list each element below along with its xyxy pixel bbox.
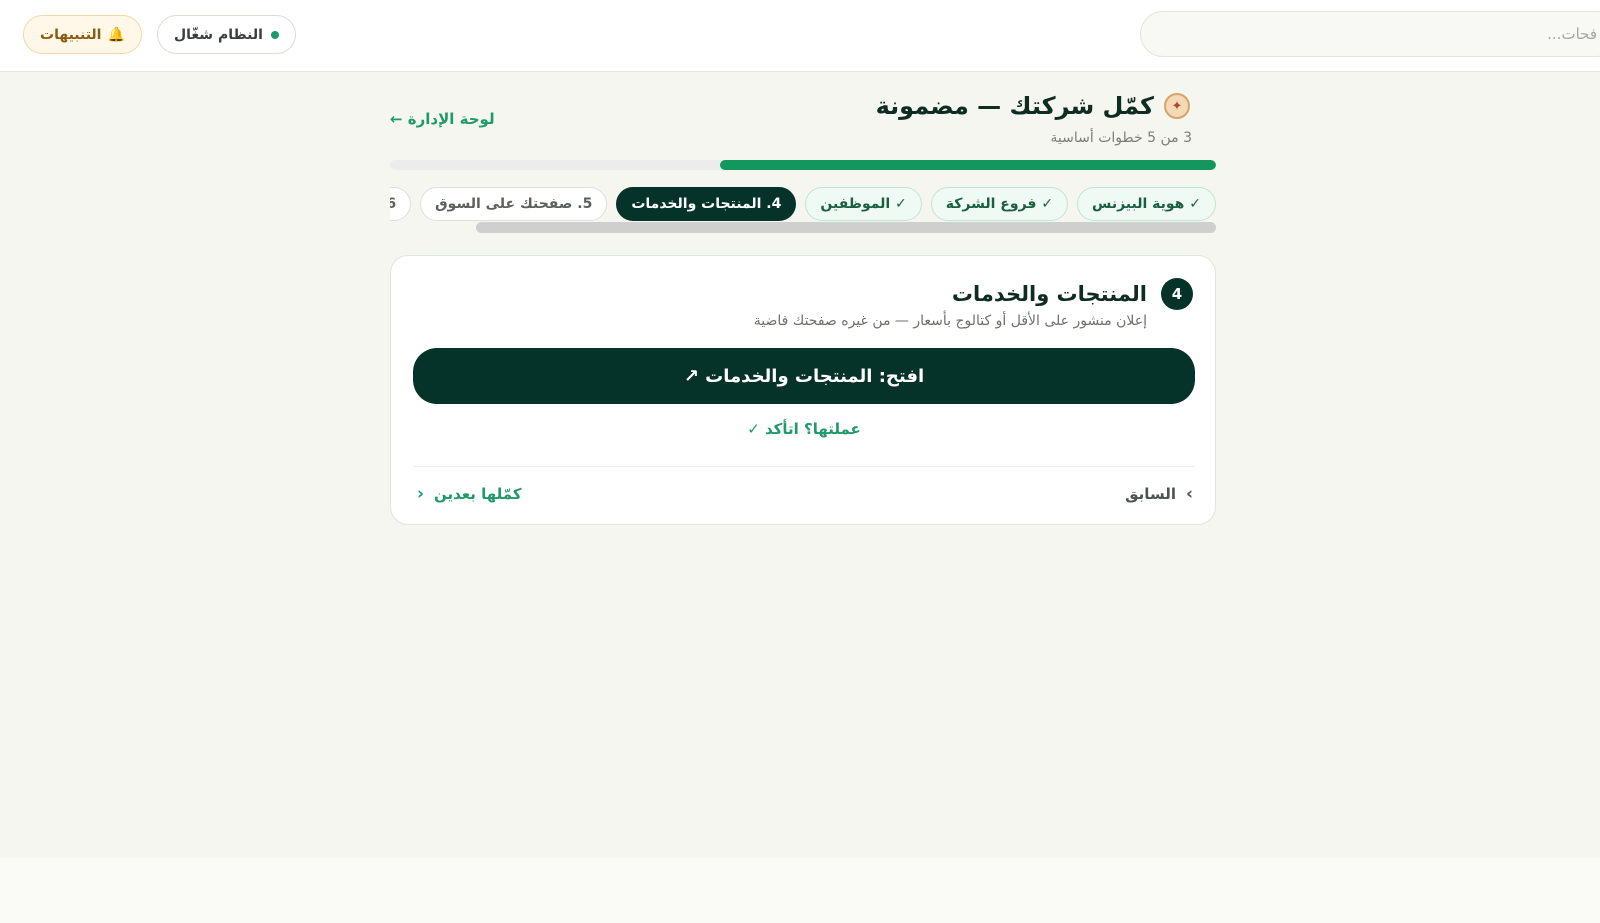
alerts-label: التنبيهات (40, 26, 102, 43)
compass-icon: ✦ (1164, 93, 1190, 119)
page-subtitle: 3 من 5 خطوات أساسية (1050, 130, 1192, 146)
finish-later-button[interactable]: كمّلها بعدين ‹ (417, 484, 522, 504)
finish-later-label: كمّلها بعدين (434, 485, 522, 503)
system-status-pill[interactable]: النظام شغّال (157, 15, 296, 54)
search-input[interactable] (1140, 11, 1600, 57)
status-dot-icon (270, 30, 279, 39)
divider (413, 466, 1195, 467)
step-card-header: 4 المنتجات والخدمات (952, 278, 1193, 310)
step-number-badge: 4 (1161, 278, 1193, 310)
previous-button[interactable]: › السابق (1125, 484, 1193, 504)
page-title-text: كمّل شركتك — مضمونة (875, 92, 1154, 120)
chevron-left-icon: ‹ (417, 484, 425, 504)
confirm-done-link[interactable]: عملتها؟ اتأكد ✓ (391, 420, 1217, 438)
progress-bar (390, 160, 1216, 170)
alerts-button[interactable]: 🔔 التنبيهات (23, 15, 142, 54)
top-bar: النظام شغّال 🔔 التنبيهات (0, 0, 1600, 72)
chevron-right-icon: › (1185, 484, 1193, 504)
step-chip[interactable]: ✓ الموظفين (805, 187, 922, 221)
step-card: 4 المنتجات والخدمات إعلان منشور على الأق… (390, 255, 1216, 525)
step-chip[interactable]: 4. المنتجات والخدمات (616, 187, 797, 221)
step-chip[interactable]: 6. واتساب البيزنس (390, 187, 412, 221)
system-status-label: النظام شغّال (174, 26, 263, 43)
step-chip[interactable]: 5. صفحتك على السوق (420, 187, 608, 221)
previous-label: السابق (1125, 485, 1176, 503)
steps-scrollbar[interactable] (476, 222, 1216, 233)
admin-dashboard-link[interactable]: لوحة الإدارة ← (390, 110, 495, 128)
open-step-button[interactable]: افتح: المنتجات والخدمات ↗ (413, 348, 1195, 404)
step-card-description: إعلان منشور على الأقل أو كتالوج بأسعار —… (753, 313, 1147, 329)
page-title: ✦ كمّل شركتك — مضمونة (876, 92, 1190, 120)
bell-icon: 🔔 (107, 26, 125, 43)
progress-bar-fill (720, 160, 1216, 170)
footer-area (0, 858, 1600, 923)
step-chip[interactable]: ✓ فروع الشركة (930, 187, 1069, 221)
step-card-title: المنتجات والخدمات (951, 282, 1147, 306)
steps-list: ✓ هوية البيزنس ✓ فروع الشركة ✓ الموظفين 4. … (390, 187, 1216, 221)
step-chip[interactable]: ✓ هوية البيزنس (1077, 187, 1216, 221)
